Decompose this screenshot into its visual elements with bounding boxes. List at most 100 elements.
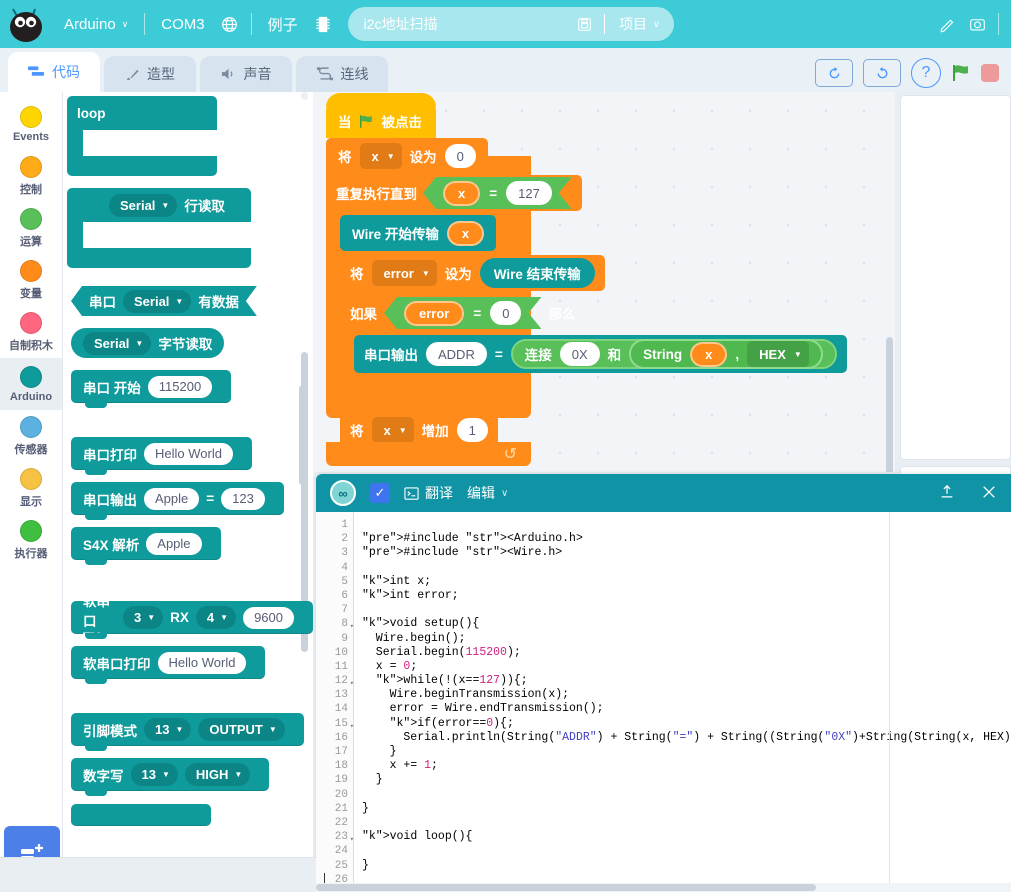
block-set-variable-x[interactable]: 将 x ▼ 设为 0 [326, 138, 488, 174]
camera-icon[interactable] [962, 0, 992, 48]
category-actuators[interactable]: 执行器 [0, 514, 62, 566]
question-mark-icon[interactable]: ? [911, 58, 941, 88]
workspace-scrollbar-vertical[interactable] [886, 337, 893, 472]
category-label: Arduino [9, 390, 53, 403]
variable-x[interactable]: x [690, 341, 728, 367]
block-when-flag-clicked[interactable]: 当 被点击 [326, 93, 436, 138]
palette-block-serial-available[interactable]: 串口 Serial ▼ 有数据 [71, 286, 257, 316]
code-line: "pre">#include "str"><Arduino.h> [362, 532, 583, 546]
project-bar: i2c地址扫描 项目 ∨ [347, 7, 674, 41]
block-equals-operator[interactable]: error = 0 [384, 297, 541, 329]
value-input-zero[interactable]: 0 [490, 301, 521, 325]
value-input-one[interactable]: 1 [456, 418, 488, 442]
stage-canvas[interactable] [900, 95, 1011, 460]
close-x-icon[interactable] [981, 484, 997, 503]
green-flag-icon[interactable] [951, 63, 971, 83]
dropdown-variable-error[interactable]: error ▼ [371, 260, 437, 286]
palette-block-softserial-print[interactable]: 软串口打印 Hello World [71, 646, 266, 684]
block-wire-begin-transmission[interactable]: Wire 开始传输 x [340, 215, 497, 251]
category-sensors[interactable]: 传感器 [0, 410, 62, 462]
editor-horizontal-scrollbar[interactable] [316, 883, 1011, 892]
dropdown-variable-x[interactable]: x ▼ [359, 143, 402, 169]
value-input-text[interactable]: Hello World [144, 442, 233, 465]
dropdown-serial[interactable]: Serial ▼ [109, 193, 178, 217]
variable-error[interactable]: error [404, 301, 464, 326]
value-input-baud[interactable]: 115200 [147, 375, 213, 398]
palette-scrollbar-bottom[interactable] [299, 385, 306, 485]
variable-x[interactable]: x [443, 181, 480, 206]
block-wire-end-transmission[interactable]: Wire 结束传输 [479, 258, 595, 288]
dropdown-radix[interactable]: HEX ▼ [747, 341, 809, 367]
board-chip-icon[interactable] [308, 0, 338, 48]
globe-icon[interactable] [215, 0, 245, 48]
block-palette[interactable]: loop Serial ▼ 行读取 串口 Serial ▼ 有数据 Serial… [63, 92, 313, 857]
palette-block-serial-print[interactable]: 串口打印 Hello World [71, 437, 252, 475]
block-equals-operator[interactable]: x = 127 [423, 177, 572, 209]
value-input-zero[interactable]: 0 [444, 144, 476, 168]
project-name-input[interactable]: i2c地址扫描 [364, 14, 570, 34]
block-notch [85, 678, 107, 684]
category-display[interactable]: 显示 [0, 462, 62, 514]
value-input-127[interactable]: 127 [506, 181, 552, 205]
value-input-text[interactable]: Hello World [157, 651, 247, 674]
block-repeat-until[interactable]: 重复执行直到 x = 127 [326, 175, 582, 211]
category-control[interactable]: 控制 [0, 150, 62, 202]
block-serial-output[interactable]: 串口输出 ADDR = 连接 0X 和 String x , HEX ▼ [354, 335, 847, 373]
palette-block-digital-write[interactable]: 数字写 13 ▼ HIGH ▼ [71, 758, 270, 796]
category-variables[interactable]: 变量 [0, 254, 62, 306]
block-if-then-header[interactable]: 如果 error = 0 那么 [340, 295, 585, 331]
category-my-blocks[interactable]: 自制积木 [0, 306, 62, 358]
palette-block-softserial-begin[interactable]: 软串口 TX 3 ▼ RX 4 ▼ 9600 [71, 594, 313, 645]
block-string-format[interactable]: String x , HEX ▼ [629, 339, 823, 369]
pencil-icon[interactable] [932, 0, 962, 48]
palette-block-loop[interactable]: loop [67, 96, 217, 176]
category-operators[interactable]: 运算 [0, 202, 62, 254]
dropdown-tx-pin[interactable]: 3 ▼ [123, 606, 164, 629]
translate-button[interactable]: 翻译 [404, 483, 453, 503]
save-icon[interactable] [570, 10, 598, 38]
undo-arrow-icon[interactable] [815, 59, 853, 87]
stop-sign-icon[interactable] [981, 64, 999, 82]
block-join-operator[interactable]: 连接 0X 和 String x , HEX ▼ [510, 339, 837, 369]
dropdown-pin[interactable]: 13 ▼ [130, 763, 178, 786]
examples-menu[interactable]: 例子 [258, 0, 308, 48]
palette-block-partial[interactable] [71, 804, 211, 826]
checkmark-icon[interactable]: ✓ [370, 483, 390, 503]
tab-sound[interactable]: 声音 [200, 56, 292, 92]
value-input-text[interactable]: Apple [146, 532, 202, 555]
palette-block-serial-readbyte[interactable]: Serial ▼ 字节读取 [71, 328, 225, 358]
variable-x[interactable]: x [446, 220, 485, 246]
dropdown-level[interactable]: HIGH ▼ [184, 763, 251, 786]
dropdown-mode[interactable]: OUTPUT ▼ [198, 718, 285, 741]
palette-block-serial-output[interactable]: 串口输出 Apple = 123 [71, 482, 284, 520]
palette-block-serial-begin[interactable]: 串口 开始 115200 [71, 370, 232, 408]
value-input-baud[interactable]: 9600 [243, 606, 294, 629]
code-text-area[interactable]: "pre">#include "str"><Arduino.h> "pre">#i… [354, 512, 1011, 892]
code-editor[interactable]: 1 2 3 4 5 6 7 8 ▾ 9 10 11 12 ▾ 13 14 15 ▾ 16 17 18 19 20 21 22 23… [316, 512, 1011, 892]
tab-costume[interactable]: 造型 [104, 56, 196, 92]
upload-icon[interactable] [939, 484, 955, 503]
dropdown-serial[interactable]: Serial ▼ [123, 290, 191, 313]
serial-port-label[interactable]: COM3 [151, 0, 214, 48]
tab-wiring[interactable]: 连线 [296, 56, 388, 92]
dropdown-rx-pin[interactable]: 4 ▼ [195, 606, 237, 629]
palette-block-pin-mode[interactable]: 引脚模式 13 ▼ OUTPUT ▼ [71, 713, 304, 751]
palette-block-s4x-parse[interactable]: S4X 解析 Apple [71, 527, 221, 565]
block-set-variable-error[interactable]: 将 error ▼ 设为 Wire 结束传输 [340, 255, 605, 291]
dropdown-pin[interactable]: 13 ▼ [144, 718, 192, 741]
edit-menu[interactable]: 编辑 ∨ [467, 483, 508, 503]
value-input-0x[interactable]: 0X [559, 342, 600, 366]
dropdown-serial[interactable]: Serial ▼ [83, 331, 152, 355]
palette-block-serial-readline[interactable]: Serial ▼ 行读取 [67, 188, 251, 268]
value-input-addr[interactable]: ADDR [426, 342, 487, 366]
category-events[interactable]: Events [0, 98, 62, 150]
tab-code[interactable]: 代码 [8, 52, 100, 92]
value-input-val[interactable]: 123 [221, 487, 265, 510]
redo-arrow-icon[interactable] [863, 59, 901, 87]
dropdown-variable-x[interactable]: x ▼ [371, 417, 414, 443]
brand-menu[interactable]: Arduino ∨ [54, 0, 138, 48]
project-menu[interactable]: 项目 ∨ [611, 14, 668, 34]
value-input-key[interactable]: Apple [144, 487, 200, 510]
category-arduino[interactable]: Arduino [0, 358, 62, 410]
blocks-workspace[interactable]: 当 被点击 将 x ▼ 设为 0 重复执行直到 x = 127 Wire 开始传… [313, 92, 895, 472]
